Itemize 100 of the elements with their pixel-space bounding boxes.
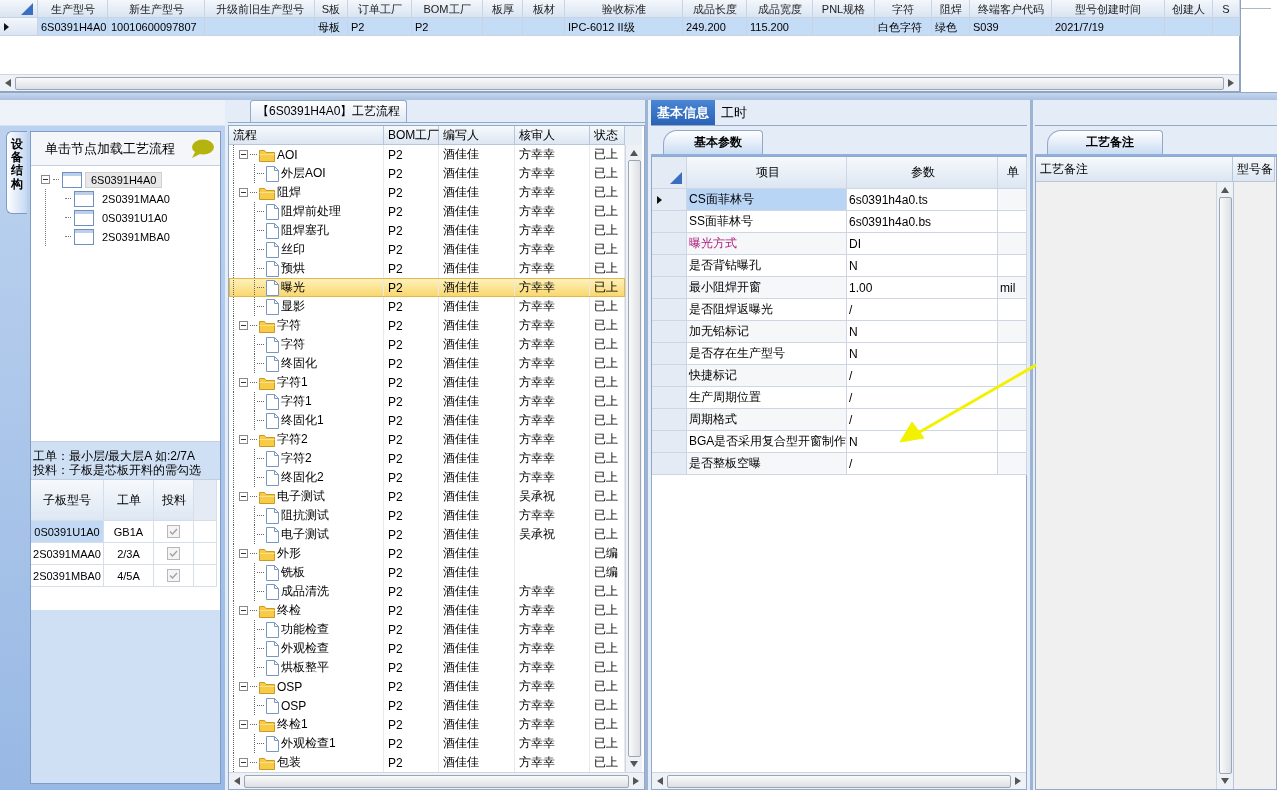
collapse-icon[interactable] <box>239 188 248 197</box>
collapse-icon[interactable] <box>239 321 248 330</box>
column-header[interactable]: 项目 <box>687 157 847 189</box>
collapse-icon[interactable] <box>239 150 248 159</box>
tab[interactable]: 基本信息 <box>651 100 715 125</box>
tree-row[interactable]: OSP P2 酒佳佳 方幸幸 已上 <box>229 696 625 715</box>
collapse-icon[interactable] <box>239 492 248 501</box>
tree-row[interactable]: 外观检查 P2 酒佳佳 方幸幸 已上 <box>229 639 625 658</box>
column-header[interactable]: 型号备 <box>1233 157 1275 182</box>
column-header[interactable]: 板厚 <box>483 0 523 18</box>
tab[interactable]: 工艺备注 <box>1047 130 1163 154</box>
tree-row[interactable]: 铣板 P2 酒佳佳 已编 <box>229 563 625 582</box>
tab[interactable]: 工时 <box>715 100 753 125</box>
tree-node[interactable]: 0S0391U1A0 <box>97 210 173 225</box>
column-header[interactable]: 工艺备注 <box>1036 157 1233 182</box>
splitter-bar[interactable] <box>0 92 1277 100</box>
column-header[interactable]: 新生产型号 <box>108 0 205 18</box>
vertical-scrollbar[interactable] <box>1216 182 1233 789</box>
tree-row[interactable]: 终检 P2 酒佳佳 方幸幸 已上 <box>229 601 625 620</box>
column-header[interactable]: 阻焊 <box>932 0 970 18</box>
tree-row[interactable]: 阻焊 P2 酒佳佳 方幸幸 已上 <box>229 183 625 202</box>
column-header[interactable]: 板材 <box>523 0 565 18</box>
column-header[interactable]: 核审人 <box>515 126 590 144</box>
tree-row[interactable]: 终检1 P2 酒佳佳 方幸幸 已上 <box>229 715 625 734</box>
column-header[interactable]: 升级前旧生产型号 <box>205 0 315 18</box>
checkbox[interactable] <box>167 525 180 538</box>
side-tab[interactable]: 设备结构 <box>6 131 27 214</box>
tree-row[interactable]: 外层AOI P2 酒佳佳 方幸幸 已上 <box>229 164 625 183</box>
collapse-icon[interactable] <box>239 378 248 387</box>
column-header[interactable]: 成品长度 <box>683 0 747 18</box>
collapse-icon[interactable] <box>239 720 248 729</box>
tree-row[interactable]: 烘板整平 P2 酒佳佳 方幸幸 已上 <box>229 658 625 677</box>
tree-row[interactable]: 外观检查1 P2 酒佳佳 方幸幸 已上 <box>229 734 625 753</box>
column-header[interactable]: S <box>1213 0 1240 18</box>
column-header[interactable]: 参数 <box>847 157 998 189</box>
tree-row[interactable]: 字符2 P2 酒佳佳 方幸幸 已上 <box>229 430 625 449</box>
tree-row[interactable]: OSP P2 酒佳佳 方幸幸 已上 <box>229 677 625 696</box>
tree-row[interactable]: 字符1 P2 酒佳佳 方幸幸 已上 <box>229 373 625 392</box>
tree-row[interactable]: 功能检查 P2 酒佳佳 方幸幸 已上 <box>229 620 625 639</box>
column-header[interactable]: 成品宽度 <box>747 0 813 18</box>
tree-row[interactable]: 电子测试 P2 酒佳佳 吴承祝 已上 <box>229 487 625 506</box>
tree-row[interactable]: 阻焊塞孔 P2 酒佳佳 方幸幸 已上 <box>229 221 625 240</box>
row-header[interactable] <box>652 189 687 211</box>
column-header[interactable]: 编写人 <box>439 126 515 144</box>
column-header[interactable]: 投料 <box>154 480 194 521</box>
panel-tab[interactable]: 【6S0391H4A0】工艺流程 <box>250 100 408 122</box>
horizontal-scrollbar[interactable] <box>652 772 1026 789</box>
horizontal-scrollbar[interactable] <box>0 74 1239 91</box>
tree-row[interactable]: 字符2 P2 酒佳佳 方幸幸 已上 <box>229 449 625 468</box>
column-header[interactable]: 型号创建时间 <box>1052 0 1165 18</box>
checkbox[interactable] <box>167 547 180 560</box>
tree-row[interactable]: 外形 P2 酒佳佳 已编 <box>229 544 625 563</box>
column-header[interactable]: 单 <box>998 157 1027 189</box>
tree-node[interactable]: 6S0391H4A0 <box>85 171 163 188</box>
note-text: 投料：子板是芯板开料的需勾选 <box>33 463 202 477</box>
checkbox[interactable] <box>167 569 180 582</box>
tree-row[interactable]: 成品清洗 P2 酒佳佳 方幸幸 已上 <box>229 582 625 601</box>
column-header[interactable]: S板 <box>315 0 348 18</box>
tree-row[interactable]: AOI P2 酒佳佳 方幸幸 已上 <box>229 145 625 164</box>
horizontal-scrollbar[interactable] <box>229 772 644 789</box>
tree-row[interactable]: 丝印 P2 酒佳佳 方幸幸 已上 <box>229 240 625 259</box>
tree-row[interactable]: 字符 P2 酒佳佳 方幸幸 已上 <box>229 316 625 335</box>
tree-node-label: 曝光 <box>281 279 305 296</box>
column-header[interactable]: 工单 <box>104 480 154 521</box>
tree-row[interactable]: 阻抗测试 P2 酒佳佳 方幸幸 已上 <box>229 506 625 525</box>
collapse-icon[interactable] <box>239 549 248 558</box>
tree-node[interactable]: 2S0391MAA0 <box>97 191 175 206</box>
column-header[interactable]: 订单工厂 <box>348 0 412 18</box>
row-header[interactable] <box>0 18 38 36</box>
column-header[interactable]: 字符 <box>875 0 932 18</box>
column-header[interactable]: PNL规格 <box>813 0 875 18</box>
tree-row[interactable]: 终固化 P2 酒佳佳 方幸幸 已上 <box>229 354 625 373</box>
collapse-icon[interactable] <box>41 175 50 184</box>
tree-row[interactable]: 字符 P2 酒佳佳 方幸幸 已上 <box>229 335 625 354</box>
column-header[interactable]: 验收标准 <box>565 0 683 18</box>
collapse-icon[interactable] <box>239 435 248 444</box>
tab[interactable]: 基本参数 <box>663 130 763 154</box>
collapse-icon[interactable] <box>239 682 248 691</box>
tree-row[interactable]: 曝光 P2 酒佳佳 方幸幸 已上 <box>229 278 625 297</box>
column-header[interactable]: 子板型号 <box>31 480 104 521</box>
table-cell: P2 <box>348 18 412 36</box>
tree-row[interactable]: 显影 P2 酒佳佳 方幸幸 已上 <box>229 297 625 316</box>
vertical-scrollbar[interactable] <box>625 145 642 772</box>
column-header[interactable]: 流程 <box>229 126 384 144</box>
tree-node[interactable]: 2S0391MBA0 <box>97 229 175 244</box>
tree-row[interactable]: 字符1 P2 酒佳佳 方幸幸 已上 <box>229 392 625 411</box>
column-header[interactable]: 生产型号 <box>38 0 108 18</box>
column-header[interactable]: 终端客户代码 <box>970 0 1052 18</box>
tree-row[interactable]: 阻焊前处理 P2 酒佳佳 方幸幸 已上 <box>229 202 625 221</box>
tree-row[interactable]: 电子测试 P2 酒佳佳 吴承祝 已上 <box>229 525 625 544</box>
collapse-icon[interactable] <box>239 606 248 615</box>
collapse-icon[interactable] <box>239 758 248 767</box>
column-header[interactable]: BOM工厂 <box>412 0 483 18</box>
table-cell: 2S0391MBA0 <box>31 565 104 587</box>
tree-row[interactable]: 终固化2 P2 酒佳佳 方幸幸 已上 <box>229 468 625 487</box>
column-header[interactable]: 创建人 <box>1165 0 1213 18</box>
tree-row[interactable]: 终固化1 P2 酒佳佳 方幸幸 已上 <box>229 411 625 430</box>
document-icon <box>266 393 279 410</box>
column-header[interactable]: BOM工厂 <box>384 126 439 144</box>
table-row[interactable]: 6S0391H4A0 10010600097807 母板 P2 P2 IPC-6012 II级 249.200 115.200 白色字符 绿色 S039 2021/7/19 <box>0 18 1239 36</box>
